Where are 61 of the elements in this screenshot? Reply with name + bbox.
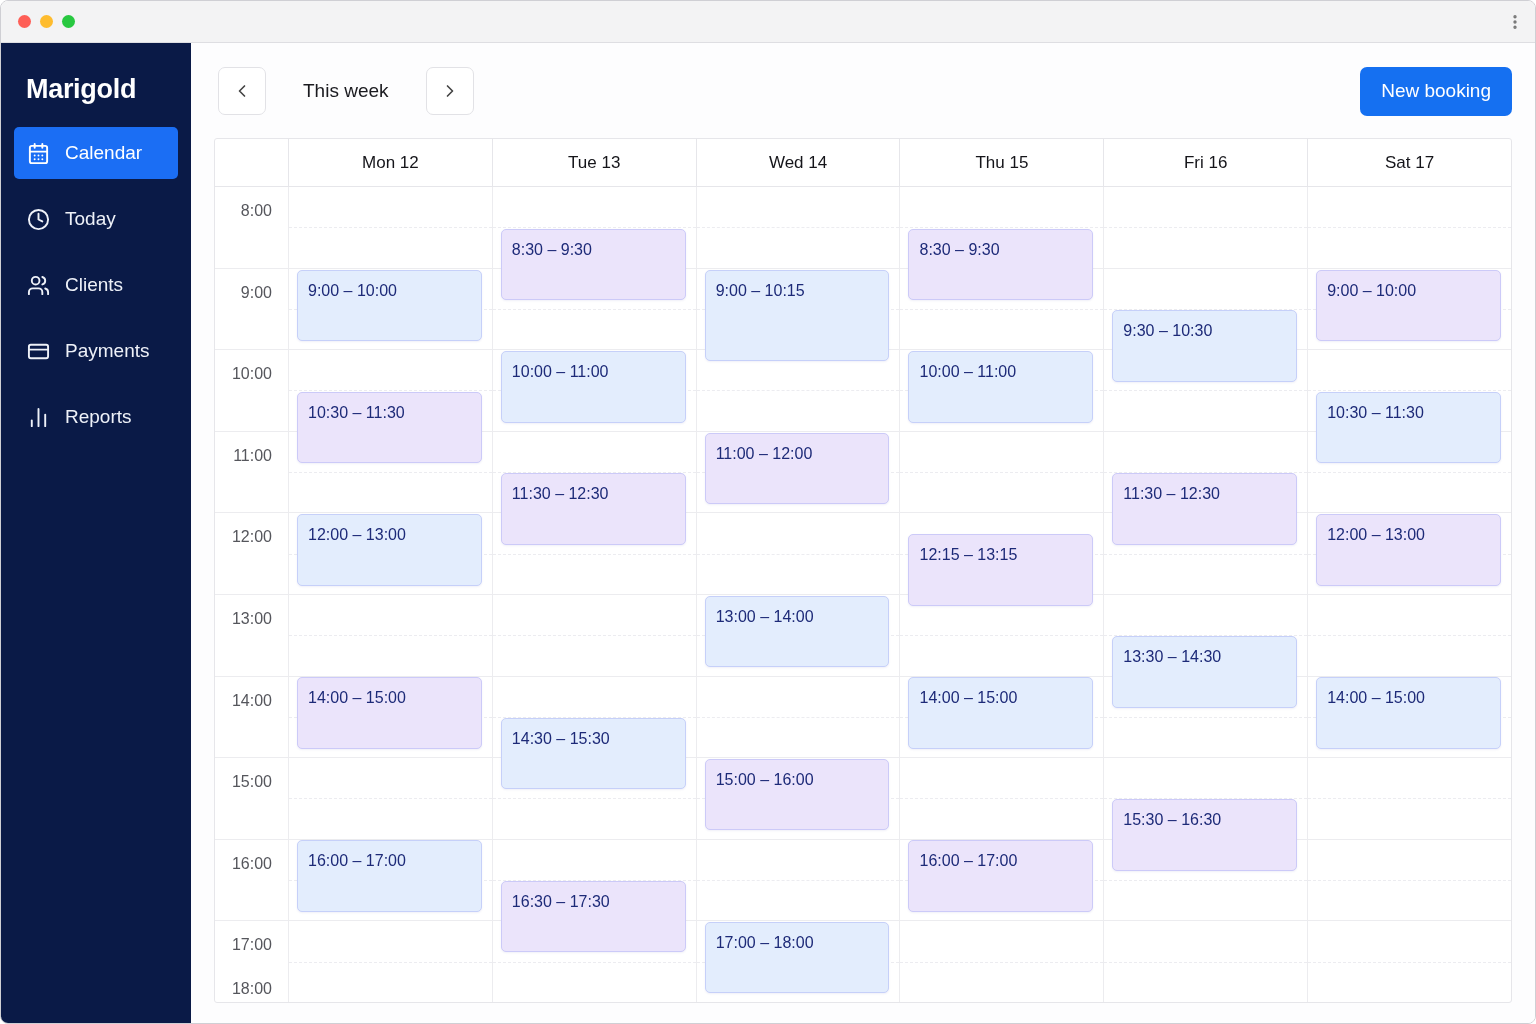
booking-block[interactable]: 11:00 – 12:00 <box>704 432 890 504</box>
time-label: 17:00 <box>231 935 272 956</box>
time-label: 15:00 <box>231 772 272 793</box>
time-label: 9:00 <box>240 282 272 303</box>
time-label: 12:00 <box>231 527 272 548</box>
booking-block[interactable]: 11:30 – 12:30 <box>1112 473 1298 545</box>
booking-block[interactable]: 15:00 – 16:00 <box>704 758 890 830</box>
time-label: 14:00 <box>231 690 272 711</box>
calendar-icon <box>27 141 50 165</box>
close-window-icon[interactable] <box>18 15 31 28</box>
booking-block[interactable]: 10:30 – 11:30 <box>1316 391 1501 464</box>
day-header: Fri 16 <box>1103 139 1308 186</box>
minimize-window-icon[interactable] <box>40 15 53 28</box>
booking-block[interactable]: 11:30 – 12:30 <box>500 473 686 545</box>
time-label: 16:00 <box>231 853 272 874</box>
booking-block[interactable]: 10:00 – 11:00 <box>500 351 686 423</box>
booking-block[interactable]: 12:15 – 13:15 <box>908 534 1094 606</box>
booking-block[interactable]: 12:00 – 13:00 <box>1316 514 1501 586</box>
time-label: 10:00 <box>231 364 272 385</box>
booking-block[interactable]: 14:00 – 15:00 <box>297 677 482 749</box>
booking-block[interactable]: 14:00 – 15:00 <box>908 677 1094 749</box>
booking-block[interactable]: 9:00 – 10:00 <box>1316 269 1501 341</box>
next-week-button[interactable] <box>425 67 474 115</box>
booking-block[interactable]: 13:00 – 14:00 <box>704 595 890 667</box>
time-label: 8:00 <box>240 201 272 221</box>
previous-week-button[interactable] <box>218 67 266 115</box>
booking-block[interactable]: 14:30 – 15:30 <box>500 717 686 790</box>
booking-block[interactable]: 12:00 – 13:00 <box>297 514 482 586</box>
sidebar-item[interactable]: Reports <box>14 391 178 443</box>
time-label: 18:00 <box>231 978 272 999</box>
booking-block[interactable]: 16:00 – 17:00 <box>297 840 482 912</box>
booking-block[interactable]: 14:00 – 15:00 <box>1316 677 1501 749</box>
people-icon <box>27 273 50 297</box>
booking-block[interactable]: 9:30 – 10:30 <box>1112 310 1298 382</box>
time-label: 13:00 <box>231 608 272 629</box>
period-label: This week <box>303 78 389 103</box>
booking-block[interactable]: 13:30 – 14:30 <box>1112 636 1298 708</box>
day-header: Mon 12 <box>288 139 492 186</box>
sidebar-item[interactable]: Calendar <box>14 127 178 179</box>
booking-block[interactable]: 8:30 – 9:30 <box>908 228 1094 301</box>
zoom-window-icon[interactable] <box>62 15 75 28</box>
booking-block[interactable]: 16:30 – 17:30 <box>500 880 686 953</box>
clock-icon <box>27 207 50 231</box>
booking-block[interactable]: 9:00 – 10:15 <box>704 269 890 362</box>
sidebar-item[interactable]: Payments <box>14 325 178 377</box>
day-header: Thu 15 <box>899 139 1104 186</box>
day-header: Tue 13 <box>491 139 696 186</box>
day-header: Sat 17 <box>1307 139 1511 186</box>
booking-block[interactable]: 8:30 – 9:30 <box>500 228 686 301</box>
new-booking-button[interactable]: New booking <box>1360 66 1512 116</box>
sidebar-item[interactable]: Clients <box>14 259 178 311</box>
booking-block[interactable]: 9:00 – 10:00 <box>297 269 482 341</box>
sidebar-item[interactable]: Today <box>14 193 178 245</box>
time-label: 11:00 <box>233 445 272 466</box>
app-logo: Marigold <box>26 73 137 106</box>
booking-block[interactable]: 10:00 – 11:00 <box>908 351 1094 423</box>
booking-block[interactable]: 15:30 – 16:30 <box>1112 799 1298 871</box>
booking-block[interactable]: 16:00 – 17:00 <box>908 840 1094 912</box>
day-header: Wed 14 <box>695 139 900 186</box>
booking-block[interactable]: 17:00 – 18:00 <box>704 921 890 993</box>
booking-block[interactable]: 10:30 – 11:30 <box>297 391 482 464</box>
